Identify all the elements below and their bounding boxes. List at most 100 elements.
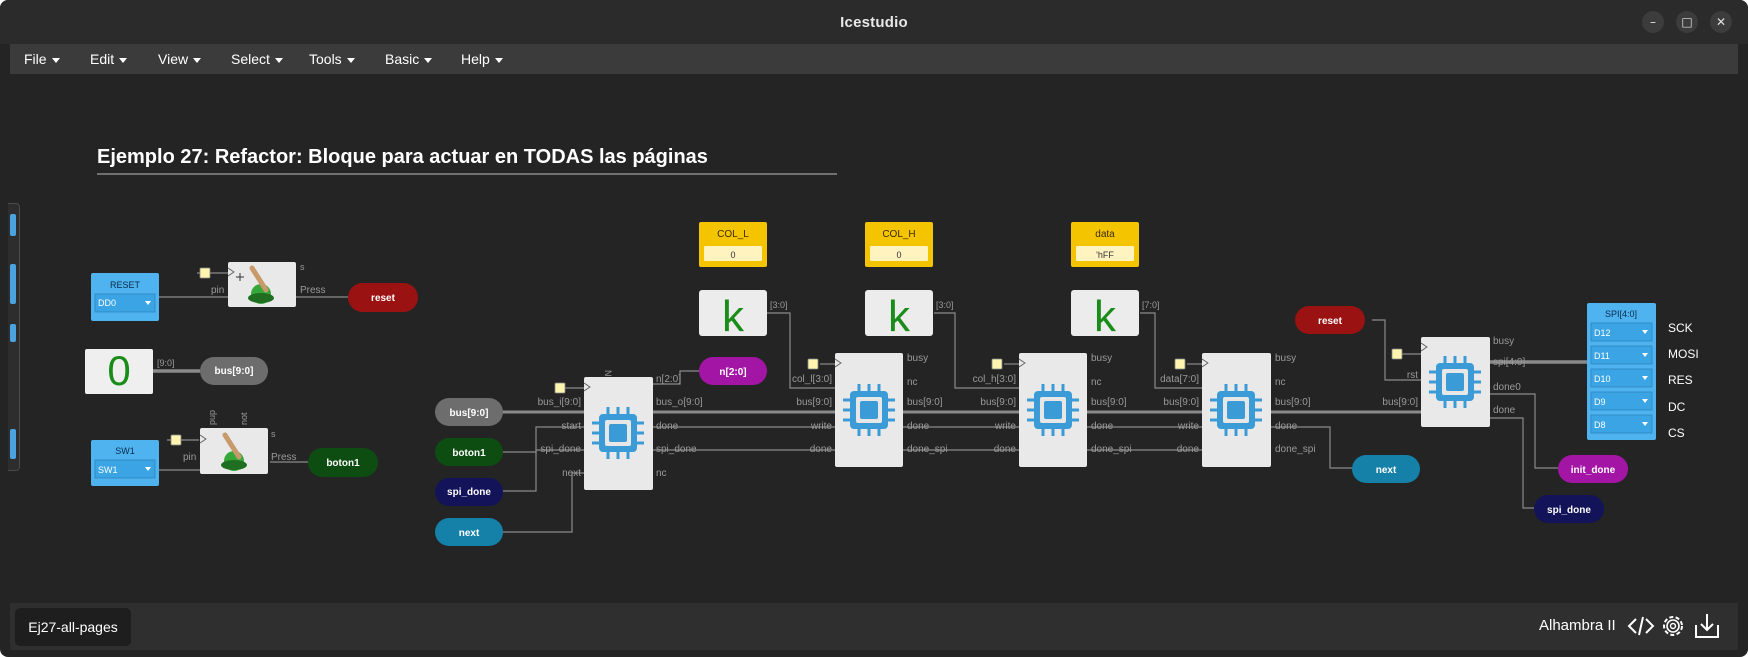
- menu-view[interactable]: View: [158, 51, 202, 67]
- maximize-button[interactable]: □: [1676, 11, 1698, 33]
- sw1-button-not-port: not: [239, 412, 249, 425]
- writer2-out-nc: nc: [1091, 377, 1102, 388]
- spi-out-spi: spi[4:0]: [1493, 357, 1525, 368]
- param-col-l-name: COL_L: [717, 229, 749, 240]
- menu-help-label: Help: [461, 51, 490, 67]
- reset-input-pin[interactable]: RESET DD0: [91, 273, 159, 321]
- k-glyph: k: [722, 292, 745, 341]
- spi-pin-select-0[interactable]: D12: [1590, 322, 1653, 342]
- design-canvas[interactable]: Ejemplo 27: Refactor: Bloque para actuar…: [10, 74, 1738, 603]
- spi-pin-select-1[interactable]: D11: [1590, 345, 1653, 365]
- label-next-in-text: next: [459, 528, 480, 539]
- project-tab[interactable]: Ej27-all-pages: [15, 608, 131, 646]
- const-k-col-l[interactable]: k [3:0]: [699, 290, 788, 341]
- sw1-pin-select[interactable]: SW1: [98, 465, 118, 475]
- menu-file[interactable]: File: [24, 51, 60, 67]
- param-data-value[interactable]: 'hFF: [1096, 250, 1114, 260]
- sw1-button-block[interactable]: pup not s pin Press: [170, 410, 297, 474]
- label-bus[interactable]: bus[9:0]: [200, 357, 268, 385]
- spi-pin-select-4[interactable]: D8: [1590, 414, 1653, 434]
- spi-pin-3: D9: [1594, 397, 1606, 407]
- writer-block-col-h[interactable]: col_h[3:0] bus[9:0] write done busy nc b…: [973, 353, 1132, 467]
- param-data-name: data: [1095, 229, 1115, 240]
- spi-name-mosi: MOSI: [1668, 347, 1699, 361]
- seq-in-bus: bus_i[9:0]: [538, 397, 582, 408]
- param-col-h-value[interactable]: 0: [896, 250, 901, 260]
- chevron-down-icon: [193, 57, 202, 63]
- writer1-in-bus: bus[9:0]: [796, 397, 832, 408]
- chevron-down-icon: [494, 57, 503, 63]
- label-init-done-text: init_done: [1571, 465, 1616, 476]
- label-reset[interactable]: reset: [348, 283, 418, 312]
- writer3-in-write: write: [1177, 421, 1200, 432]
- diagram-heading: Ejemplo 27: Refactor: Bloque para actuar…: [97, 146, 708, 168]
- download-icon[interactable]: [1692, 611, 1722, 641]
- label-spi-done-in-text: spi_done: [447, 487, 491, 498]
- const-k-data[interactable]: k [7:0]: [1071, 290, 1160, 341]
- spi-pin-select-3[interactable]: D9: [1590, 391, 1653, 411]
- code-icon[interactable]: [1626, 611, 1656, 641]
- window-title: Icestudio: [840, 14, 908, 31]
- spi-output-pins[interactable]: SPI[4:0] D12 D11 D10 D9 D8 SCK MOSI RES …: [1587, 303, 1699, 440]
- menu-edit-label: Edit: [90, 51, 115, 67]
- writer3-out-done: done: [1275, 421, 1298, 432]
- writer3-out-nc: nc: [1275, 377, 1286, 388]
- reset-input-title: RESET: [110, 280, 141, 290]
- reset-button-s-port: s: [300, 262, 305, 272]
- label-n[interactable]: n[2:0]: [699, 357, 767, 385]
- menu-help[interactable]: Help: [461, 51, 503, 67]
- const-k-col-h[interactable]: k [3:0]: [865, 290, 954, 341]
- label-bus-in[interactable]: bus[9:0]: [435, 398, 503, 426]
- reset-button-block[interactable]: s pin Press: [199, 262, 326, 307]
- label-reset-right[interactable]: reset: [1295, 306, 1365, 334]
- spi-out-done0: done0: [1493, 382, 1521, 393]
- writer-block-col-l[interactable]: col_l[3:0] bus[9:0] write done busy nc b…: [792, 353, 948, 467]
- label-boton1-in[interactable]: boton1: [435, 438, 503, 466]
- param-col-l[interactable]: COL_L 0: [699, 222, 767, 267]
- chevron-down-icon: [51, 57, 60, 63]
- reset-pin-select[interactable]: DD0: [98, 298, 116, 308]
- sw1-input-title: SW1: [115, 446, 135, 456]
- menu-basic[interactable]: Basic: [385, 51, 433, 67]
- gear-icon[interactable]: [1658, 611, 1688, 641]
- chevron-down-icon: [424, 57, 433, 63]
- label-next-in[interactable]: next: [435, 518, 503, 546]
- menu-view-label: View: [158, 51, 189, 67]
- spi-pin-4: D8: [1594, 420, 1606, 430]
- param-col-l-value[interactable]: 0: [730, 250, 735, 260]
- writer1-out-done: done: [907, 421, 930, 432]
- board-name[interactable]: Alhambra II: [1539, 617, 1616, 634]
- reset-button-press-port: Press: [300, 285, 326, 296]
- label-next-out-text: next: [1376, 465, 1397, 476]
- close-button[interactable]: ✕: [1710, 11, 1732, 33]
- writer1-out-bus: bus[9:0]: [907, 397, 943, 408]
- label-boton1-text: boton1: [326, 458, 360, 469]
- const-k-col-l-port: [3:0]: [770, 300, 788, 310]
- seq-out-bus: bus_o[9:0]: [656, 397, 703, 408]
- writer2-param-in: col_h[3:0]: [973, 374, 1017, 385]
- label-init-done[interactable]: init_done: [1558, 455, 1628, 483]
- param-col-h[interactable]: COL_H 0: [865, 222, 933, 267]
- menu-basic-label: Basic: [385, 51, 420, 67]
- label-n-text: n[2:0]: [719, 367, 746, 378]
- menu-select[interactable]: Select: [231, 51, 283, 67]
- circuit-diagram[interactable]: Ejemplo 27: Refactor: Bloque para actuar…: [10, 74, 1738, 603]
- minimize-button[interactable]: –: [1642, 11, 1664, 33]
- sw1-input-pin[interactable]: SW1 SW1: [91, 440, 159, 486]
- label-spi-done-in[interactable]: spi_done: [435, 478, 503, 506]
- writer1-out-done-spi: done_spi: [907, 444, 948, 455]
- menu-edit[interactable]: Edit: [90, 51, 128, 67]
- writer1-in-write: write: [810, 421, 833, 432]
- spi-output-title: SPI[4:0]: [1605, 309, 1637, 319]
- writer-block-data[interactable]: data[7:0] bus[9:0] write done busy nc bu…: [1160, 353, 1316, 467]
- side-panel-handle[interactable]: [8, 203, 20, 471]
- label-spi-done-out[interactable]: spi_done: [1534, 495, 1604, 523]
- param-data[interactable]: data 'hFF: [1071, 222, 1139, 267]
- menu-tools[interactable]: Tools: [309, 51, 355, 67]
- writer1-param-in: col_l[3:0]: [792, 374, 832, 385]
- label-next-out[interactable]: next: [1352, 455, 1420, 483]
- label-boton1[interactable]: boton1: [308, 448, 378, 477]
- sequencer-block[interactable]: N bus_i[9:0] start spi_done next n[2:0] …: [538, 370, 703, 490]
- spi-pin-select-2[interactable]: D10: [1590, 368, 1653, 388]
- seq-out-done: done: [656, 421, 679, 432]
